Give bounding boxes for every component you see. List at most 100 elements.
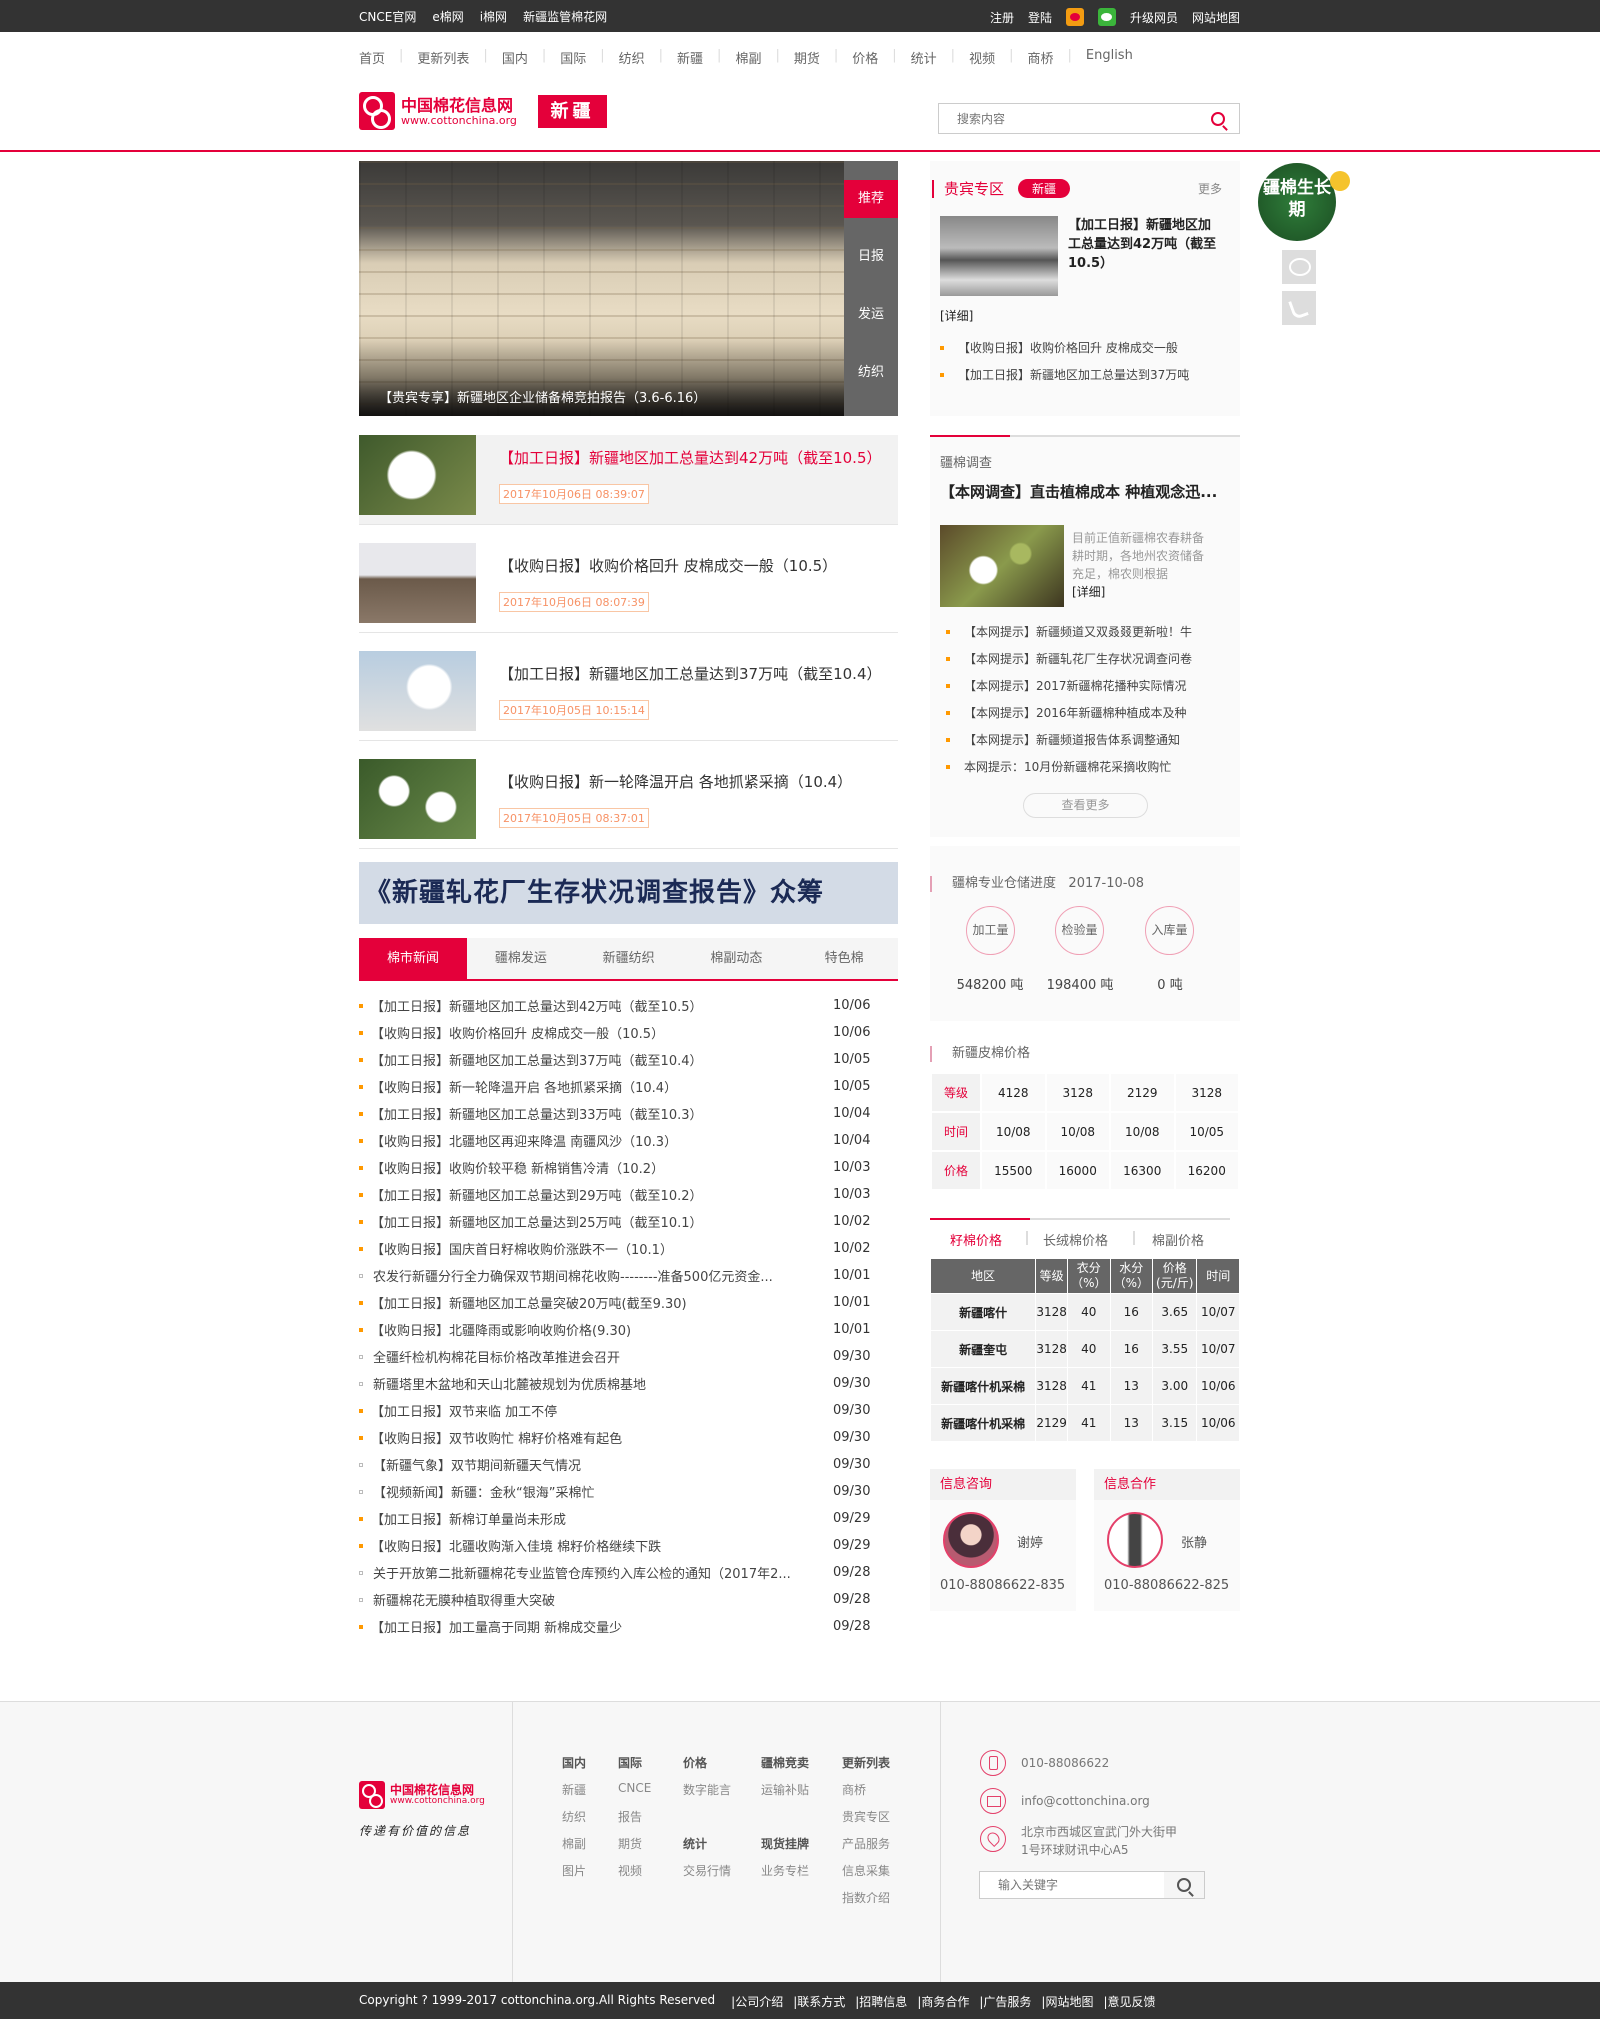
footer-bottom-link[interactable]: |公司介绍	[731, 1993, 783, 2010]
news-list-item[interactable]: 【加工日报】新疆地区加工总量突破20万吨(截至9.30) 10/01	[359, 1289, 898, 1316]
news-list-item[interactable]: 关于开放第二批新疆棉花专业监管仓库预约入库公检的通知（2017年2... 09/2…	[359, 1559, 898, 1586]
news-thumbnail[interactable]	[359, 651, 476, 731]
footer-link[interactable]: 产品服务	[842, 1835, 890, 1862]
partner-link[interactable]: 新疆监管棉花网	[523, 8, 607, 25]
news-title[interactable]: 【加工日报】新疆地区加工总量达到42万吨（截至10.5）	[499, 447, 894, 468]
vip-more-link[interactable]: 更多	[1198, 180, 1222, 197]
nav-item[interactable]: 纺织	[605, 48, 659, 67]
footer-link[interactable]: 新疆	[562, 1781, 586, 1808]
vip-list-item[interactable]: 【加工日报】新疆地区加工总量达到37万吨	[940, 366, 1189, 383]
news-list-item[interactable]: 【收购日报】北疆地区再迎来降温 南疆风沙（10.3） 10/04	[359, 1127, 898, 1154]
vip-feature-title[interactable]: 【加工日报】新疆地区加工总量达到42万吨（截至10.5）	[1068, 216, 1218, 273]
nav-item[interactable]: 国际	[546, 48, 600, 67]
footer-link[interactable]: 交易行情	[683, 1862, 731, 1889]
footer-link[interactable]: 指数介绍	[842, 1889, 890, 1916]
survey-list-item[interactable]: 本网提示：10月份新疆棉花采摘收购忙	[946, 758, 1171, 775]
nav-item[interactable]: 首页	[359, 48, 399, 67]
nav-item[interactable]: 视频	[955, 48, 1009, 67]
vip-detail-link[interactable]: [详细]	[940, 307, 973, 324]
focus-tab[interactable]: 发运	[844, 296, 898, 334]
news-list-item[interactable]: 农发行新疆分行全力确保双节期间棉花收购--------准备500亿元资金... 1…	[359, 1262, 898, 1289]
news-list-item[interactable]: 新疆棉花无膜种植取得重大突破 09/28	[359, 1586, 898, 1613]
news-tab[interactable]: 特色棉	[790, 938, 898, 979]
footer-link[interactable]: 贵宾专区	[842, 1808, 890, 1835]
tab-byproduct[interactable]: 棉副价格	[1152, 1230, 1204, 1249]
chat-icon[interactable]	[1282, 250, 1316, 284]
tab-long-staple[interactable]: 长绒棉价格	[1043, 1230, 1108, 1249]
footer-link[interactable]: 视频	[618, 1862, 651, 1889]
footer-link[interactable]: 信息采集	[842, 1862, 890, 1889]
news-list-item[interactable]: 【加工日报】新疆地区加工总量达到25万吨（截至10.1） 10/02	[359, 1208, 898, 1235]
vip-feature-image[interactable]	[940, 216, 1058, 296]
weibo-icon[interactable]	[1065, 8, 1084, 26]
news-list-item[interactable]: 【收购日报】收购价较平稳 新棉销售冷清（10.2） 10/03	[359, 1154, 898, 1181]
news-thumbnail[interactable]	[359, 435, 476, 515]
footer-bottom-link[interactable]: |商务合作	[917, 1993, 969, 2010]
focus-tab[interactable]: 推荐	[844, 180, 898, 218]
news-list-item[interactable]: 【加工日报】新棉订单量尚未形成 09/29	[359, 1505, 898, 1532]
nav-item[interactable]: 国内	[488, 48, 542, 67]
footer-link[interactable]: 期货	[618, 1835, 651, 1862]
nav-item[interactable]: 价格	[838, 48, 892, 67]
survey-image[interactable]	[940, 525, 1064, 607]
nav-item[interactable]: English	[1072, 48, 1147, 67]
partner-link[interactable]: CNCE官网	[359, 8, 416, 25]
nav-item[interactable]: 棉副	[721, 48, 775, 67]
news-list-item[interactable]: 【收购日报】新一轮降温开启 各地抓紧采摘（10.4） 10/05	[359, 1073, 898, 1100]
footer-bottom-link[interactable]: |联系方式	[793, 1993, 845, 2010]
view-more-button[interactable]: 查看更多	[1023, 793, 1148, 818]
news-thumbnail[interactable]	[359, 543, 476, 623]
footer-bottom-link[interactable]: |网站地图	[1041, 1993, 1093, 2010]
news-list-item[interactable]: 【加工日报】双节来临 加工不停 09/30	[359, 1397, 898, 1424]
partner-link[interactable]: i棉网	[480, 8, 507, 25]
news-thumbnail[interactable]	[359, 759, 476, 839]
footer-link[interactable]: 图片	[562, 1862, 586, 1889]
sitemap-link[interactable]: 网站地图	[1192, 9, 1240, 26]
phone-icon[interactable]	[1282, 291, 1316, 325]
news-tab[interactable]: 棉副动态	[683, 938, 791, 979]
news-tab[interactable]: 疆棉发运	[467, 938, 575, 979]
search-input[interactable]	[939, 111, 1211, 126]
survey-list-item[interactable]: 【本网提示】新疆频道报告体系调整通知	[946, 731, 1180, 748]
news-title[interactable]: 【收购日报】收购价格回升 皮棉成交一般（10.5）	[499, 555, 894, 576]
search-icon[interactable]	[1211, 111, 1225, 126]
footer-bottom-link[interactable]: |广告服务	[979, 1993, 1031, 2010]
news-list-item[interactable]: 【收购日报】国庆首日籽棉收购价涨跌不一（10.1） 10/02	[359, 1235, 898, 1262]
survey-list-item[interactable]: 【本网提示】新疆轧花厂生存状况调查问卷	[946, 650, 1192, 667]
news-list-item[interactable]: 【新疆气象】双节期间新疆天气情况 09/30	[359, 1451, 898, 1478]
news-list-item[interactable]: 【收购日报】收购价格回升 皮棉成交一般（10.5） 10/06	[359, 1019, 898, 1046]
news-list-item[interactable]: 【收购日报】北疆收购渐入佳境 棉籽价格继续下跌 09/29	[359, 1532, 898, 1559]
survey-detail-link[interactable]: [详细]	[1072, 585, 1105, 599]
nav-item[interactable]: 更新列表	[403, 48, 483, 67]
nav-item[interactable]: 期货	[780, 48, 834, 67]
login-link[interactable]: 登陆	[1028, 9, 1052, 26]
news-item[interactable]: 【加工日报】新疆地区加工总量达到42万吨（截至10.5） 2017年10月06日 …	[359, 435, 898, 525]
news-list-item[interactable]: 【加工日报】新疆地区加工总量达到37万吨（截至10.4） 10/05	[359, 1046, 898, 1073]
nav-item[interactable]: 新疆	[663, 48, 717, 67]
focus-tab[interactable]: 纺织	[844, 354, 898, 392]
tab-seed-cotton[interactable]: 籽棉价格	[950, 1230, 1002, 1249]
news-tab[interactable]: 新疆纺织	[575, 938, 683, 979]
focus-caption[interactable]: 【贵宾专享】新疆地区企业储备棉竞拍报告（3.6-6.16）	[379, 387, 706, 406]
news-list-item[interactable]: 新疆塔里木盆地和天山北麓被规划为优质棉基地 09/30	[359, 1370, 898, 1397]
site-logo[interactable]: 中国棉花信息网 www.cottonchina.org	[359, 92, 521, 130]
footer-link[interactable]: 棉副	[562, 1835, 586, 1862]
register-link[interactable]: 注册	[990, 9, 1014, 26]
news-list-item[interactable]: 全疆纤检机构棉花目标价格改革推进会召开 09/30	[359, 1343, 898, 1370]
footer-bottom-link[interactable]: |招聘信息	[855, 1993, 907, 2010]
news-item[interactable]: 【收购日报】收购价格回升 皮棉成交一般（10.5） 2017年10月06日 08:…	[359, 543, 898, 633]
news-title[interactable]: 【收购日报】新一轮降温开启 各地抓紧采摘（10.4）	[499, 771, 894, 792]
news-tab[interactable]: 棉市新闻	[359, 938, 467, 979]
survey-list-item[interactable]: 【本网提示】新疆频道又双叒叕更新啦！牛	[946, 623, 1192, 640]
footer-link[interactable]: 业务专栏	[761, 1862, 809, 1889]
growth-period-badge[interactable]: 疆棉生长期	[1248, 161, 1358, 246]
footer-link[interactable]: CNCE	[618, 1781, 651, 1808]
news-item[interactable]: 【收购日报】新一轮降温开启 各地抓紧采摘（10.4） 2017年10月05日 08…	[359, 759, 898, 849]
news-list-item[interactable]: 【收购日报】北疆降雨或影响收购价格(9.30) 10/01	[359, 1316, 898, 1343]
news-list-item[interactable]: 【加工日报】加工量高于同期 新棉成交量少 09/28	[359, 1613, 898, 1640]
focus-tab[interactable]: 日报	[844, 238, 898, 276]
footer-link[interactable]: 商桥	[842, 1781, 890, 1808]
focus-image[interactable]	[359, 161, 844, 416]
news-item[interactable]: 【加工日报】新疆地区加工总量达到37万吨（截至10.4） 2017年10月05日 …	[359, 651, 898, 741]
footer-link[interactable]: 纺织	[562, 1808, 586, 1835]
